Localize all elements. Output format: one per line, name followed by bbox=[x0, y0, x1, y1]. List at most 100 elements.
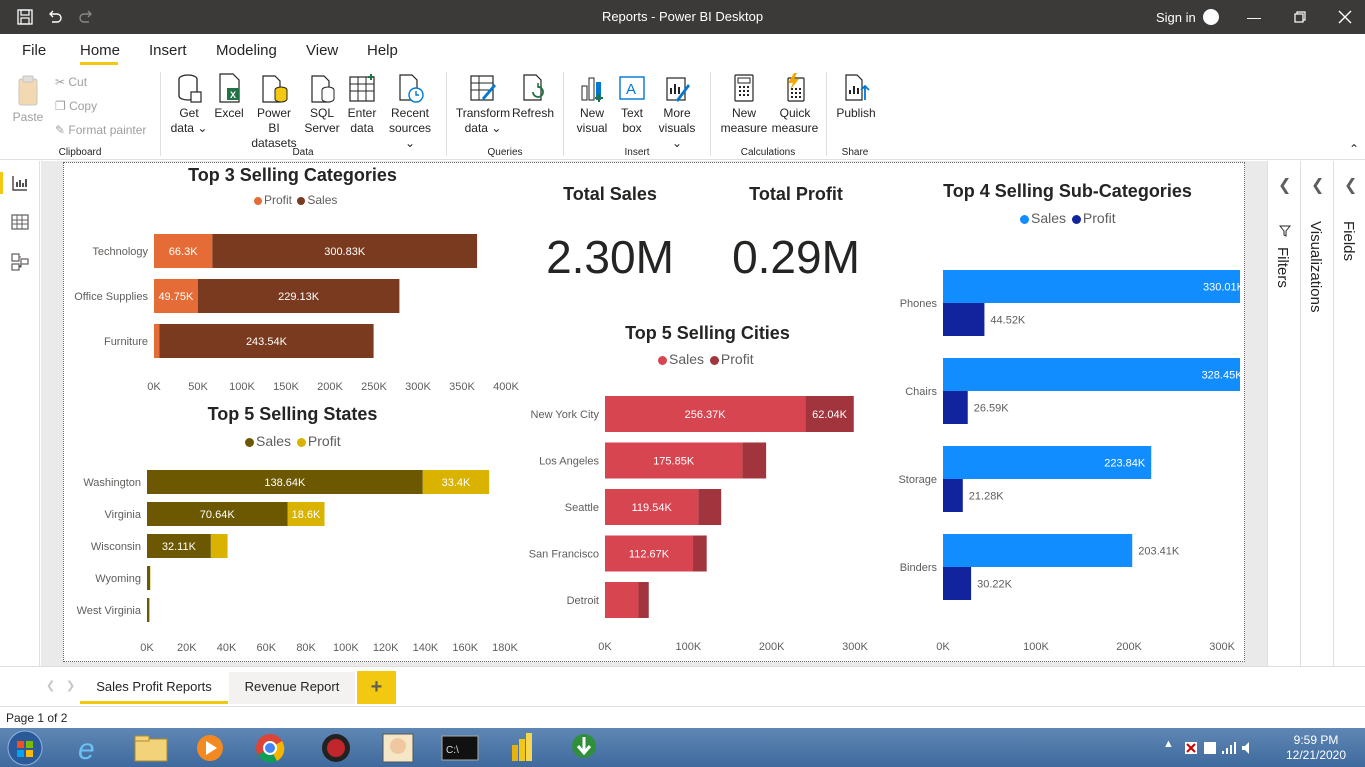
data-label: 21.28K bbox=[969, 491, 1005, 503]
text-box-label-1: Text bbox=[620, 106, 643, 120]
media-player-icon[interactable] bbox=[180, 731, 240, 765]
axis-tick-label: 60K bbox=[257, 642, 277, 654]
text-box-icon: A bbox=[619, 76, 645, 100]
start-button-icon[interactable] bbox=[4, 729, 46, 767]
tab-file[interactable]: File bbox=[22, 42, 46, 59]
cities-chart[interactable]: New York City 256.37K 62.04K Los Angeles 175… bbox=[505, 385, 895, 657]
data-label: 62.04K bbox=[812, 409, 848, 421]
data-label: 66.3K bbox=[169, 246, 198, 258]
total-sales-title: Total Sales bbox=[563, 184, 657, 204]
categories-chart[interactable]: Technology 66.3K 300.83K Office Supplies 49.… bbox=[65, 215, 525, 400]
new-visual-button[interactable]: New visual bbox=[572, 72, 612, 136]
text-box-button[interactable]: A Text box bbox=[614, 72, 650, 136]
transform-data-button[interactable]: Transform data ⌄ bbox=[455, 72, 511, 136]
collapse-ribbon-icon[interactable]: ⌃ bbox=[1349, 142, 1359, 156]
fields-pane[interactable]: ❮ Fields bbox=[1333, 161, 1365, 706]
calculator-icon bbox=[734, 74, 754, 102]
data-label: 330.01K bbox=[1203, 282, 1240, 294]
subcategories-chart[interactable]: Phones 330.01K 44.52K Chairs 328.45K 26.59K St… bbox=[880, 260, 1240, 657]
publish-button[interactable]: Publish bbox=[834, 72, 878, 121]
report-view-icon[interactable] bbox=[11, 174, 29, 192]
close-icon[interactable] bbox=[1336, 8, 1354, 26]
excel-button[interactable]: X Excel bbox=[212, 72, 246, 121]
new-measure-button[interactable]: New measure bbox=[718, 72, 770, 136]
legend-sales: Sales bbox=[307, 193, 338, 207]
tab-modeling[interactable]: Modeling bbox=[216, 42, 277, 59]
excel-icon: X bbox=[219, 73, 240, 103]
states-chart[interactable]: Washington 138.64K 33.4K Virginia 70.64K 18.6… bbox=[65, 462, 525, 657]
internet-explorer-icon[interactable]: e bbox=[60, 731, 120, 765]
axis-tick-label: 100K bbox=[675, 641, 701, 653]
scroll-left-icon[interactable]: ❮ bbox=[46, 679, 55, 692]
axis-tick-label: 0K bbox=[140, 642, 154, 654]
axis-tick-label: 350K bbox=[449, 381, 475, 393]
recent-sources-icon bbox=[399, 74, 424, 103]
states-title: Top 5 Selling States bbox=[207, 404, 378, 424]
cut-button[interactable]: ✂ Cut bbox=[55, 75, 87, 89]
file-explorer-icon[interactable] bbox=[120, 731, 180, 765]
restore-icon[interactable] bbox=[1291, 8, 1309, 26]
dataset-icon bbox=[262, 75, 288, 103]
category-label: Storage bbox=[898, 474, 937, 486]
visualizations-pane[interactable]: ❮ Visualizations bbox=[1300, 161, 1333, 706]
data-view-icon[interactable] bbox=[11, 213, 29, 231]
tab-help[interactable]: Help bbox=[367, 42, 398, 59]
chevron-left-icon[interactable]: ❮ bbox=[1278, 175, 1291, 195]
power-bi-icon[interactable] bbox=[492, 731, 552, 765]
refresh-button[interactable]: Refresh bbox=[512, 72, 554, 121]
minimize-icon[interactable]: — bbox=[1245, 8, 1263, 26]
publish-icon bbox=[845, 74, 870, 101]
bar-profit bbox=[693, 535, 707, 572]
add-page-button[interactable]: + bbox=[357, 671, 396, 704]
legend-sales: Sales bbox=[256, 433, 292, 449]
bar-sales bbox=[147, 566, 151, 590]
command-prompt-icon[interactable]: C:\ bbox=[430, 731, 490, 765]
recent-sources-label-1: Recent bbox=[390, 106, 430, 120]
page-tab-sales-profit-reports[interactable]: Sales Profit Reports bbox=[80, 672, 228, 704]
clock-date: 12/21/2020 bbox=[1285, 748, 1347, 762]
chrome-icon[interactable] bbox=[240, 731, 300, 765]
filters-pane[interactable]: ❮ Filters bbox=[1267, 161, 1300, 706]
app-icon[interactable] bbox=[368, 731, 428, 765]
data-label: 203.41K bbox=[1138, 546, 1180, 558]
account-toggle[interactable] bbox=[1203, 9, 1219, 25]
quick-measure-button[interactable]: Quick measure bbox=[770, 72, 820, 136]
bar-profit bbox=[154, 324, 160, 358]
ribbon-separator bbox=[710, 72, 711, 156]
data-label: 112.67K bbox=[629, 549, 670, 561]
tab-home[interactable]: Home bbox=[80, 42, 120, 59]
axis-tick-label: 100K bbox=[1023, 641, 1049, 653]
svg-text:C:\: C:\ bbox=[446, 745, 459, 756]
data-label: 328.45K bbox=[1202, 370, 1240, 382]
copy-button[interactable]: ❐ Copy bbox=[55, 99, 97, 113]
sql-icon bbox=[311, 75, 335, 103]
format-painter-button[interactable]: ✎ Format painter bbox=[55, 123, 146, 137]
get-data-button[interactable]: Get data ⌄ bbox=[168, 72, 210, 136]
chevron-left-icon[interactable]: ❮ bbox=[1344, 175, 1357, 195]
tab-view[interactable]: View bbox=[306, 42, 338, 59]
power-bi-datasets-button[interactable]: Power BI datasets bbox=[250, 72, 298, 151]
download-manager-icon[interactable] bbox=[554, 731, 614, 765]
bar-profit bbox=[943, 303, 985, 336]
axis-tick-label: 300K bbox=[1209, 641, 1235, 653]
show-hidden-icons[interactable]: ▲ bbox=[1163, 738, 1174, 750]
scroll-right-icon[interactable]: ❯ bbox=[66, 679, 75, 692]
legend-sales: Sales bbox=[1031, 210, 1067, 226]
enter-data-button[interactable]: Enter data bbox=[344, 72, 380, 136]
paste-button[interactable]: Paste bbox=[8, 74, 48, 125]
app-icon[interactable] bbox=[306, 731, 366, 765]
recent-sources-button[interactable]: Recent sources ⌄ bbox=[384, 72, 436, 151]
model-view-icon[interactable] bbox=[11, 253, 29, 271]
more-visuals-button[interactable]: More visuals ⌄ bbox=[652, 72, 702, 151]
total-sales-value: 2.30M bbox=[546, 231, 674, 283]
system-tray-icons[interactable] bbox=[1184, 740, 1254, 756]
category-label: West Virginia bbox=[77, 605, 142, 617]
sql-server-button[interactable]: SQL Server bbox=[303, 72, 341, 136]
sign-in-link[interactable]: Sign in bbox=[1156, 10, 1196, 25]
tab-insert[interactable]: Insert bbox=[149, 42, 187, 59]
chevron-left-icon[interactable]: ❮ bbox=[1311, 175, 1324, 195]
axis-tick-label: 80K bbox=[296, 642, 316, 654]
data-label: 175.85K bbox=[653, 456, 695, 468]
page-tab-revenue-report[interactable]: Revenue Report bbox=[229, 672, 355, 704]
enter-data-label-1: Enter bbox=[347, 106, 377, 120]
